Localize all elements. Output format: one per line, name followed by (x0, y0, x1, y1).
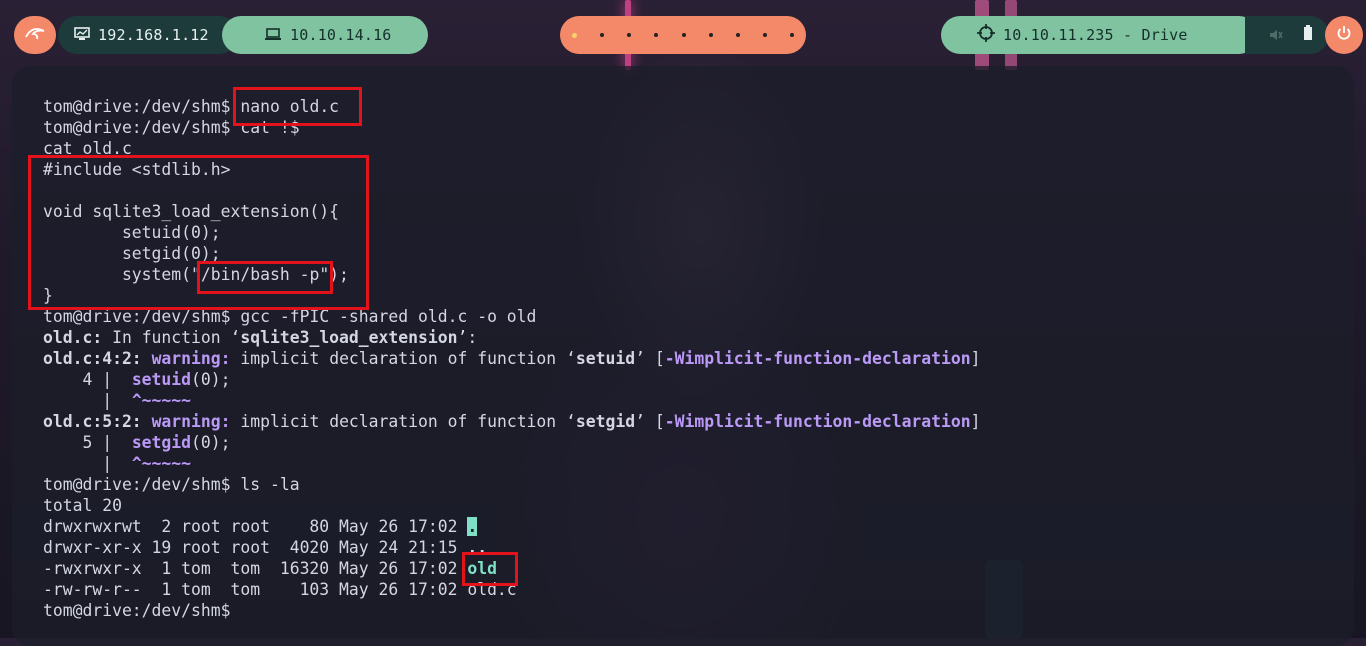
workspace-dot-4[interactable] (654, 33, 659, 37)
gcc-warning-line: old.c:5:2: warning: implicit declaration… (43, 412, 981, 431)
workspace-dot-1[interactable] (572, 32, 577, 38)
highlight-box-bash-p (197, 261, 333, 294)
power-icon (1336, 25, 1352, 45)
terminal-window[interactable]: tom@drive:/dev/shm$ nano old.c tom@drive… (12, 66, 1354, 646)
workspace-dot-7[interactable] (735, 33, 740, 37)
host-ip-indicator: 192.168.1.12 (58, 16, 238, 54)
gcc-caret-line: | ^~~~~~ (43, 454, 192, 473)
crosshair-icon (977, 24, 995, 46)
gcc-caret-line: | ^~~~~~ (43, 391, 192, 410)
workspace-switcher[interactable] (560, 16, 806, 54)
workspace-dot-6[interactable] (708, 33, 713, 37)
ls-total: total 20 (43, 496, 122, 515)
workspace-dot-2[interactable] (600, 33, 605, 37)
kali-dragon-icon (24, 25, 46, 45)
highlight-box-old-binary (462, 552, 518, 586)
gcc-warning-line: old.c:4:2: warning: implicit declaration… (43, 349, 981, 368)
system-tray (1245, 16, 1329, 54)
monitor-icon (74, 26, 90, 45)
kali-menu-button[interactable] (14, 16, 56, 54)
gcc-source-line: 5 | setgid(0); (43, 433, 231, 452)
gcc-source-line: 4 | setuid(0); (43, 370, 231, 389)
laptop-icon (264, 26, 282, 45)
workspace-dot-8[interactable] (762, 33, 767, 37)
vpn-ip-text: 10.10.14.16 (290, 26, 392, 44)
terminal-line: tom@drive:/dev/shm$ cat !$ (43, 118, 300, 137)
terminal-line: tom@drive:/dev/shm$ ls -la (43, 475, 300, 494)
power-button[interactable] (1325, 16, 1363, 54)
workspace-dot-3[interactable] (627, 33, 632, 37)
host-ip-text: 192.168.1.12 (98, 26, 209, 44)
ls-row: drwxrwxrwt 2 root root 80 May 26 17:02 . (43, 517, 478, 536)
highlight-box-nano-command (233, 87, 362, 126)
workspace-dot-9[interactable] (790, 33, 794, 37)
gcc-output-line: old.c: In function ‘sqlite3_load_extensi… (43, 328, 478, 347)
terminal-line: tom@drive:/dev/shm$ (43, 601, 231, 620)
vpn-ip-indicator: 10.10.14.16 (222, 16, 428, 54)
target-text: 10.10.11.235 - Drive (1003, 26, 1188, 44)
target-indicator: 10.10.11.235 - Drive (941, 16, 1258, 54)
terminal-line: tom@drive:/dev/shm$ nano old.c (43, 97, 340, 116)
top-bar: 192.168.1.12 10.10.14.16 10.10.11.235 - … (0, 0, 1366, 70)
battery-icon (1303, 25, 1313, 45)
workspace-dot-5[interactable] (681, 33, 686, 37)
volume-icon[interactable] (1269, 26, 1283, 45)
